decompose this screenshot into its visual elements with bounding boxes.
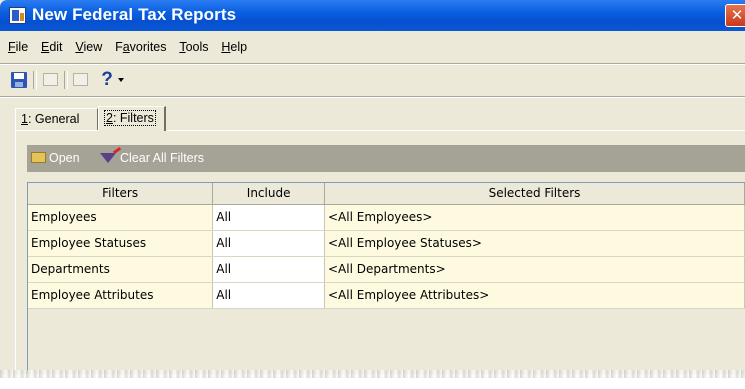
close-button[interactable]: ✕ <box>725 4 745 27</box>
folder-icon <box>31 152 46 164</box>
tab-filters[interactable]: 2: Filters <box>98 106 166 131</box>
table-row[interactable]: Employees All <All Employees> <box>28 204 745 231</box>
selected-filters-cell[interactable]: <All Employees> <box>324 204 745 231</box>
help-icon[interactable]: ? <box>96 69 118 91</box>
menu-bar: File Edit View Favorites Tools Help <box>0 40 247 60</box>
filter-name-cell[interactable]: Employees <box>28 204 214 231</box>
include-cell[interactable]: All <box>212 230 325 257</box>
tab-general[interactable]: 1: General <box>15 108 98 130</box>
toolbar-divider <box>64 71 68 89</box>
menu-separator <box>0 63 745 65</box>
toolbar-separator <box>0 96 745 98</box>
filter-name-cell[interactable]: Employee Attributes <box>28 282 214 309</box>
filter-name-cell[interactable]: Departments <box>28 256 214 283</box>
app-window: New Federal Tax Reports ✕ File Edit View… <box>0 0 745 389</box>
menu-help[interactable]: Help <box>221 40 247 54</box>
table-row[interactable]: Employee Attributes All <All Employee At… <box>28 282 745 309</box>
save-icon[interactable] <box>8 69 30 91</box>
open-button[interactable]: Open <box>31 145 80 172</box>
disabled-icon[interactable] <box>40 69 62 91</box>
toolbar-divider <box>33 71 37 89</box>
table-row[interactable]: Employee Statuses All <All Employee Stat… <box>28 230 745 257</box>
help-dropdown-icon[interactable] <box>118 78 124 82</box>
include-cell[interactable]: All <box>212 282 325 309</box>
menu-file[interactable]: File <box>8 40 28 54</box>
column-header-filters[interactable]: Filters <box>28 183 214 205</box>
include-cell[interactable]: All <box>212 256 325 283</box>
window-title: New Federal Tax Reports <box>32 5 237 24</box>
table-row[interactable]: Departments All <All Departments> <box>28 256 745 283</box>
selected-filters-cell[interactable]: <All Employee Attributes> <box>324 282 745 309</box>
filter-icon <box>100 152 116 163</box>
menu-tools[interactable]: Tools <box>179 40 208 54</box>
column-header-include[interactable]: Include <box>212 183 325 205</box>
title-bar: New Federal Tax Reports ✕ <box>0 0 745 31</box>
properties-icon[interactable] <box>70 69 92 91</box>
toolbar: ? <box>0 66 745 94</box>
menu-view[interactable]: View <box>75 40 102 54</box>
selected-filters-cell[interactable]: <All Departments> <box>324 256 745 283</box>
filters-grid: Filters Include Selected Filters Employe… <box>27 182 745 389</box>
filter-name-cell[interactable]: Employee Statuses <box>28 230 214 257</box>
column-header-selected-filters[interactable]: Selected Filters <box>324 183 745 205</box>
include-cell[interactable]: All <box>212 204 325 231</box>
menu-edit[interactable]: Edit <box>41 40 63 54</box>
menu-favorites[interactable]: Favorites <box>115 40 166 54</box>
torn-edge <box>0 370 745 389</box>
action-bar: Open Clear All Filters <box>27 145 745 172</box>
grid-header-row: Filters Include Selected Filters <box>28 183 745 205</box>
selected-filters-cell[interactable]: <All Employee Statuses> <box>324 230 745 257</box>
clear-all-filters-button[interactable]: Clear All Filters <box>100 145 204 172</box>
app-icon <box>9 7 26 24</box>
